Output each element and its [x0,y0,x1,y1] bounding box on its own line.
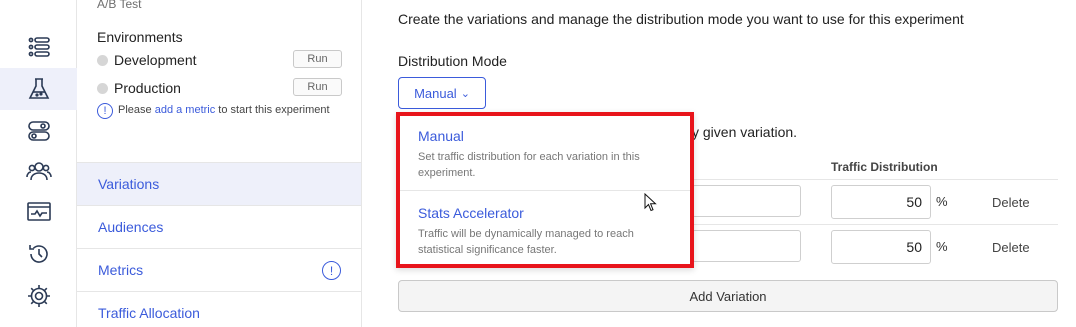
list-icon[interactable] [0,26,77,68]
distribution-mode-select[interactable]: Manual ⌄ [398,77,486,109]
distribution-mode-label: Distribution Mode [398,53,507,69]
delete-variation-button[interactable]: Delete [992,240,1030,255]
nav-item-traffic-allocation[interactable]: Traffic Allocation [77,291,361,327]
info-icon: ! [97,103,113,119]
history-icon[interactable] [0,233,77,275]
add-variation-button[interactable]: Add Variation [398,280,1058,312]
run-production-button[interactable]: Run [293,78,342,96]
traffic-input[interactable]: 50 [831,230,931,264]
environments-title: Environments [97,29,183,45]
option-description: Traffic will be dynamically managed to r… [418,228,634,256]
flask-icon[interactable] [0,68,77,110]
warning-icon: ! [322,261,341,280]
selected-mode: Manual [414,85,457,101]
nav-item-variations[interactable]: Variations [77,162,361,205]
traffic-distribution-header: Traffic Distribution [831,160,938,174]
toggle-icon[interactable] [0,110,77,152]
percent-unit: % [936,239,948,254]
notice-suffix: to start this experiment [215,104,330,116]
nav-item-audiences[interactable]: Audiences [77,205,361,248]
gear-icon[interactable] [0,275,77,317]
monitor-chart-icon[interactable] [0,191,77,233]
percent-unit: % [936,194,948,209]
nav-label: Variations [98,176,160,192]
run-development-button[interactable]: Run [293,50,342,68]
nav-item-metrics[interactable]: Metrics ! [77,248,361,291]
notice-prefix: Please [118,104,155,116]
traffic-input[interactable]: 50 [831,185,931,219]
chevron-down-icon: ⌄ [460,87,470,100]
metric-notice-text: Please add a metric to start this experi… [118,102,330,119]
nav-label: Traffic Allocation [98,305,200,321]
experiment-sidebar: A/B Test Environments Development Run Pr… [77,0,362,327]
variation-name-input[interactable] [692,185,801,217]
users-icon[interactable] [0,150,77,192]
option-description: Set traffic distribution for each variat… [418,151,640,179]
partial-description: y given variation. [692,124,798,140]
option-manual[interactable]: Manual Set traffic distribution for each… [400,128,690,181]
mouse-cursor-icon [644,193,657,212]
option-title: Manual [418,128,464,144]
environment-row-production: Production Run [97,78,342,98]
intro-text: Create the variations and manage the dis… [398,11,964,27]
distribution-mode-dropdown: Manual Set traffic distribution for each… [396,112,694,268]
environment-name: Development [114,52,197,68]
delete-variation-button[interactable]: Delete [992,195,1030,210]
environment-row-development: Development Run [97,50,342,70]
experiment-type-label: A/B Test [97,0,142,11]
nav-label: Metrics [98,262,144,278]
divider [400,190,690,191]
variation-name-input[interactable] [692,230,801,262]
environment-name: Production [114,80,181,96]
nav-label: Audiences [98,219,164,235]
icon-rail [0,0,77,327]
add-metric-link[interactable]: add a metric [155,104,216,116]
status-dot [97,54,108,66]
status-dot [97,82,108,94]
metric-notice: ! Please add a metric to start this expe… [97,102,337,119]
